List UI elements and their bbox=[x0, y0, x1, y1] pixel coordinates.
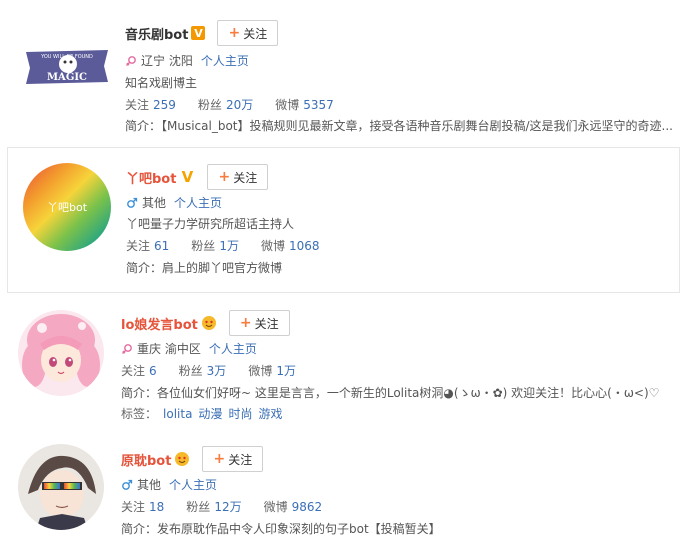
user-stats: 关注 61 粉丝 1万 微博 1068 bbox=[126, 237, 342, 254]
homepage-link[interactable]: 个人主页 bbox=[174, 194, 222, 211]
location: 其他 bbox=[137, 478, 162, 492]
emoji-icon bbox=[201, 316, 216, 330]
user-intro: 简介：发布原耽作品中令人印象深刻的句子bot【投稿暂关】 bbox=[121, 522, 441, 536]
weibo-stat[interactable]: 微博 5357 bbox=[275, 96, 334, 113]
user-card-yuandan-bot: 原耽bot + 关注 其他 个人主页 关注 18 粉丝 12万 微博 9862 简介：发… bbox=[0, 430, 684, 556]
user-tags: 标签： lolita 动漫 时尚 游戏 bbox=[121, 407, 283, 421]
homepage-link[interactable]: 个人主页 bbox=[169, 476, 217, 493]
female-icon bbox=[122, 343, 132, 354]
avatar-text: 丫吧bot bbox=[47, 201, 88, 214]
location: 重庆 渝中区 bbox=[137, 342, 201, 356]
fans-stat[interactable]: 粉丝 1万 bbox=[191, 237, 239, 254]
follow-button[interactable]: + 关注 bbox=[207, 164, 269, 190]
fans-stat[interactable]: 粉丝 12万 bbox=[186, 498, 241, 515]
user-intro: 简介：【Musical_bot】投稿规则见最新文章，接受各语种音乐剧舞台剧投稿/… bbox=[125, 119, 673, 133]
weibo-stat[interactable]: 微博 9862 bbox=[264, 498, 323, 515]
homepage-link[interactable]: 个人主页 bbox=[201, 52, 249, 69]
follow-button[interactable]: + 关注 bbox=[202, 446, 264, 472]
user-card-lo-bot: lo娘发言bot + 关注 重庆 渝中区 个人主页 关注 6 粉丝 3万 微博 1万 简… bbox=[0, 296, 684, 430]
tag-link[interactable]: 动漫 bbox=[198, 407, 222, 421]
avatar-text: MAGIC bbox=[47, 72, 87, 83]
user-stats: 关注 6 粉丝 3万 微博 1万 bbox=[121, 362, 318, 379]
location: 其他 bbox=[142, 196, 167, 210]
follow-button[interactable]: + 关注 bbox=[228, 310, 290, 336]
follow-button[interactable]: + 关注 bbox=[217, 20, 279, 46]
homepage-link[interactable]: 个人主页 bbox=[209, 340, 257, 357]
plus-icon: + bbox=[228, 25, 241, 41]
tag-link[interactable]: lolita bbox=[163, 407, 192, 421]
avatar[interactable] bbox=[18, 444, 104, 530]
avatar[interactable]: YOU WILL BE FOUND MAGIC bbox=[22, 22, 112, 112]
location: 辽宁 沈阳 bbox=[141, 54, 193, 68]
plus-icon: + bbox=[213, 451, 226, 467]
user-description: 知名戏剧博主 bbox=[125, 76, 198, 90]
avatar[interactable]: 丫吧bot bbox=[23, 163, 111, 251]
verified-badge-icon: V bbox=[191, 26, 206, 40]
user-stats: 关注 259 粉丝 20万 微博 5357 bbox=[125, 96, 356, 113]
user-name[interactable]: lo娘发言bot bbox=[121, 314, 198, 333]
user-description: 丫吧量子力学研究所超话主持人 bbox=[126, 217, 295, 231]
user-name[interactable]: 原耽bot bbox=[121, 450, 171, 469]
male-icon bbox=[122, 479, 133, 490]
tag-link[interactable]: 游戏 bbox=[258, 407, 282, 421]
user-card-yaba-bot: 丫吧bot 丫吧bot V + 关注 其他 个人主页 丫吧量子力学研究所超话主持人… bbox=[7, 147, 680, 293]
user-intro: 简介：各位仙女们好呀~ 这里是言言，一个新生的Lolita树洞◕(ゝω・✿) 欢… bbox=[121, 386, 660, 400]
fans-stat[interactable]: 粉丝 3万 bbox=[179, 362, 227, 379]
emoji-icon bbox=[175, 452, 190, 466]
following-stat[interactable]: 关注 6 bbox=[121, 362, 157, 379]
weibo-stat[interactable]: 微博 1万 bbox=[248, 362, 296, 379]
user-intro: 简介：肩上的脚丫吧官方微博 bbox=[126, 261, 283, 275]
svg-text:YOU WILL BE FOUND: YOU WILL BE FOUND bbox=[40, 54, 93, 60]
tag-link[interactable]: 时尚 bbox=[228, 407, 252, 421]
avatar[interactable] bbox=[18, 310, 104, 396]
weibo-stat[interactable]: 微博 1068 bbox=[261, 237, 320, 254]
female-icon bbox=[126, 55, 136, 66]
plus-icon: + bbox=[239, 315, 252, 331]
fans-stat[interactable]: 粉丝 20万 bbox=[198, 96, 253, 113]
following-stat[interactable]: 关注 18 bbox=[121, 498, 164, 515]
user-stats: 关注 18 粉丝 12万 微博 9862 bbox=[121, 498, 344, 515]
male-icon bbox=[127, 197, 138, 208]
following-stat[interactable]: 关注 259 bbox=[125, 96, 176, 113]
following-stat[interactable]: 关注 61 bbox=[126, 237, 169, 254]
user-name[interactable]: 丫吧bot bbox=[126, 168, 176, 187]
user-name[interactable]: 音乐剧bot bbox=[125, 24, 188, 43]
user-card-musical-bot: YOU WILL BE FOUND MAGIC 音乐剧bot V + 关注 辽宁 … bbox=[0, 0, 684, 144]
verified-badge-icon: V bbox=[181, 168, 194, 186]
plus-icon: + bbox=[218, 169, 231, 185]
